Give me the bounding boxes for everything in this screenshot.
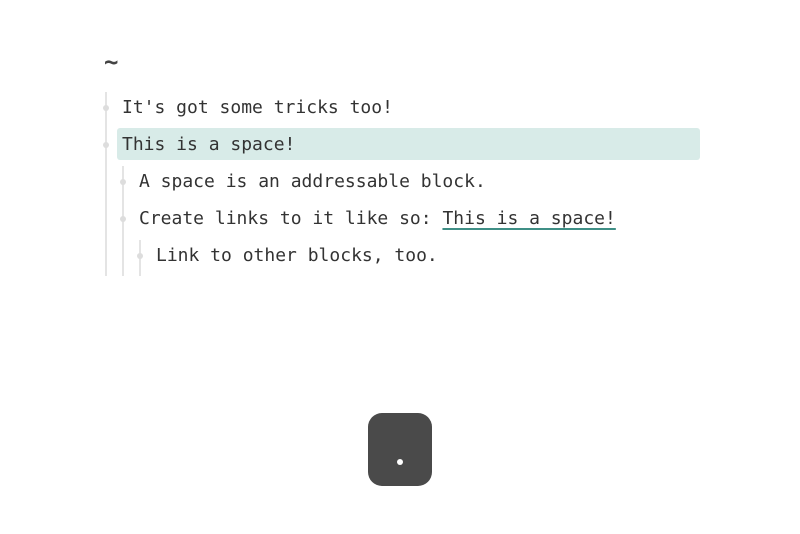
bullet-icon[interactable]	[137, 253, 143, 259]
list-item-text: Create links to it like so:	[139, 208, 443, 229]
list-item[interactable]: A space is an addressable block.	[139, 166, 486, 198]
indent-guide	[105, 92, 107, 276]
bullet-icon[interactable]	[103, 142, 109, 148]
keypress-overlay	[368, 413, 432, 486]
period-key-icon	[397, 459, 403, 465]
space-link[interactable]: This is a space!	[442, 208, 615, 229]
list-item[interactable]: It's got some tricks too!	[122, 92, 393, 124]
list-item[interactable]: Link to other blocks, too.	[156, 240, 438, 272]
bullet-icon[interactable]	[120, 216, 126, 222]
bullet-icon[interactable]	[120, 179, 126, 185]
bullet-icon[interactable]	[103, 105, 109, 111]
space-block[interactable]: This is a space!	[122, 129, 295, 161]
page-title: ~	[104, 48, 119, 76]
list-item[interactable]: Create links to it like so: This is a sp…	[139, 203, 616, 235]
